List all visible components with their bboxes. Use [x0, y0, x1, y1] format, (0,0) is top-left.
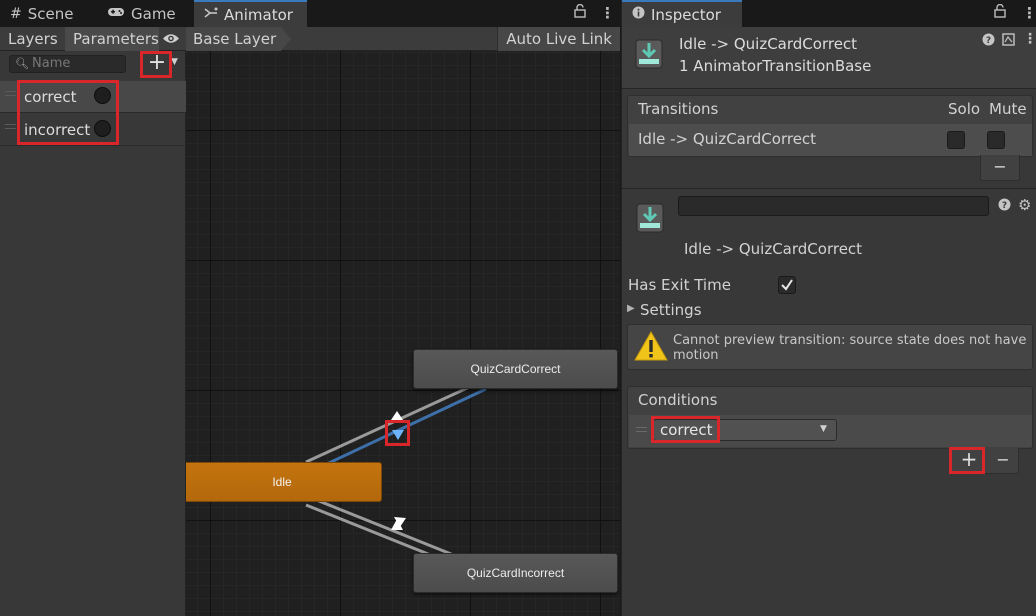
transition-icon	[635, 203, 665, 233]
transition-row[interactable]: Idle -> QuizCardCorrect	[629, 124, 1032, 156]
animator-icon	[204, 7, 218, 23]
chevron-down-icon: ▼	[820, 424, 827, 434]
mute-checkbox[interactable]	[987, 131, 1005, 149]
help-icon[interactable]: ?	[982, 33, 995, 50]
state-label: Idle	[272, 475, 292, 489]
tab-inspector[interactable]: Inspector	[622, 0, 742, 27]
transitions-title: Transitions	[638, 100, 719, 118]
transition-name-field[interactable]	[678, 196, 989, 216]
transition-icon	[634, 39, 664, 69]
solo-header: Solo	[948, 100, 981, 118]
tab-parameters[interactable]: Parameters	[65, 27, 159, 51]
has-exit-time-checkbox[interactable]	[778, 276, 796, 294]
lock-icon[interactable]	[574, 3, 586, 22]
mute-header: Mute	[989, 100, 1027, 118]
warning-icon	[634, 330, 668, 366]
trigger-toggle[interactable]	[94, 120, 111, 137]
transition-lines	[305, 382, 487, 564]
warning-box: Cannot preview transition: source state …	[627, 324, 1033, 370]
transition-idle-to-incorrect[interactable]	[313, 497, 457, 558]
more-options-icon[interactable]: ⋮	[600, 4, 615, 22]
inspector-tab-strip: Inspector ⋮	[622, 0, 1036, 27]
condition-selected-value: correct	[660, 421, 713, 439]
state-label: QuizCardIncorrect	[466, 566, 565, 580]
divider	[622, 188, 1036, 189]
arrow-down-icon[interactable]	[392, 430, 404, 440]
parameter-name: correct	[24, 88, 77, 106]
state-quizcardincorrect[interactable]: QuizCardIncorrect	[413, 553, 618, 593]
drag-handle-icon[interactable]	[5, 124, 16, 129]
info-icon	[632, 6, 645, 23]
remove-transition-button[interactable]: −	[980, 155, 1020, 181]
tab-animator[interactable]: Animator	[194, 0, 307, 27]
grid-icon: #	[10, 5, 22, 22]
inspector-title: Idle -> QuizCardCorrect	[679, 35, 858, 53]
state-idle[interactable]: Idle	[186, 462, 382, 502]
arrow-up-icon[interactable]	[391, 411, 403, 420]
condition-row[interactable]: correct ▼	[629, 415, 1032, 447]
search-icon: 🔍︎	[15, 57, 29, 70]
add-condition-button[interactable]: +	[953, 448, 985, 472]
more-options-icon[interactable]: ⋮	[1022, 4, 1036, 22]
solo-checkbox[interactable]	[947, 131, 965, 149]
animator-graph[interactable]: Base Layer Auto Live Link QuizCardCorrec…	[186, 27, 620, 616]
transition-detail-label: Idle -> QuizCardCorrect	[684, 240, 863, 258]
trigger-toggle[interactable]	[94, 87, 111, 104]
help-icon[interactable]: ?	[998, 198, 1011, 215]
add-parameter-button[interactable]: +	[143, 52, 171, 76]
animator-subtabs: Layers Parameters	[0, 27, 186, 51]
tab-scene-label: Scene	[27, 4, 74, 23]
gamepad-icon	[107, 6, 125, 22]
more-options-icon[interactable]: ⋮	[1023, 31, 1036, 47]
state-quizcardcorrect[interactable]: QuizCardCorrect	[413, 349, 618, 389]
parameter-row-correct[interactable]: correct	[0, 81, 186, 113]
tab-parameters-label: Parameters	[73, 30, 159, 48]
drag-handle-icon[interactable]	[5, 91, 16, 96]
inspector-subtitle: 1 AnimatorTransitionBase	[679, 57, 872, 75]
conditions-list: Conditions correct ▼	[627, 386, 1033, 449]
conditions-title: Conditions	[638, 391, 718, 409]
drag-handle-icon[interactable]	[636, 427, 647, 432]
state-label: QuizCardCorrect	[470, 362, 561, 376]
condition-buttons: + −	[949, 448, 1019, 474]
tab-layers[interactable]: Layers	[0, 27, 64, 51]
tab-game[interactable]: Game	[97, 0, 186, 27]
svg-text:?: ?	[986, 36, 991, 46]
tab-layers-label: Layers	[8, 30, 58, 48]
parameter-search-input[interactable]: 🔍︎ Name	[9, 55, 126, 73]
transition-idle-to-correct-back[interactable]	[305, 382, 477, 464]
inspector-window: Inspector ⋮ Idle -> QuizCardCorrect 1 An…	[621, 0, 1036, 616]
gear-icon[interactable]: ⚙	[1018, 196, 1031, 214]
eye-icon[interactable]	[162, 32, 180, 49]
chevron-down-icon[interactable]: ▼	[171, 57, 178, 67]
animator-sidebar: Layers Parameters 🔍︎ Name + ▼ correct in…	[0, 27, 186, 616]
condition-parameter-dropdown[interactable]: correct ▼	[653, 419, 837, 441]
foldout-arrow-icon[interactable]: ▶	[627, 303, 635, 314]
parameter-name: incorrect	[24, 121, 91, 139]
svg-text:?: ?	[1002, 201, 1007, 211]
tab-inspector-label: Inspector	[651, 5, 721, 24]
transition-idle-to-correct[interactable]	[313, 387, 487, 472]
remove-condition-button[interactable]: −	[988, 448, 1018, 472]
tab-game-label: Game	[131, 4, 176, 23]
tab-scene[interactable]: # Scene	[0, 0, 83, 27]
transition-row-label: Idle -> QuizCardCorrect	[638, 130, 817, 148]
preset-icon[interactable]	[1002, 33, 1015, 50]
parameter-row-incorrect[interactable]: incorrect	[0, 114, 186, 146]
left-tab-strip: # Scene Game Animator ⋮	[0, 0, 621, 27]
transitions-list: Transitions Solo Mute Idle -> QuizCardCo…	[627, 95, 1033, 157]
inspector-header: Idle -> QuizCardCorrect 1 AnimatorTransi…	[622, 27, 1036, 89]
has-exit-time-label: Has Exit Time	[628, 276, 731, 294]
lock-icon[interactable]	[994, 3, 1006, 22]
search-placeholder: Name	[32, 56, 71, 71]
settings-foldout[interactable]: Settings	[640, 301, 702, 319]
warning-text: Cannot preview transition: source state …	[673, 333, 1027, 363]
tab-animator-label: Animator	[224, 5, 293, 24]
